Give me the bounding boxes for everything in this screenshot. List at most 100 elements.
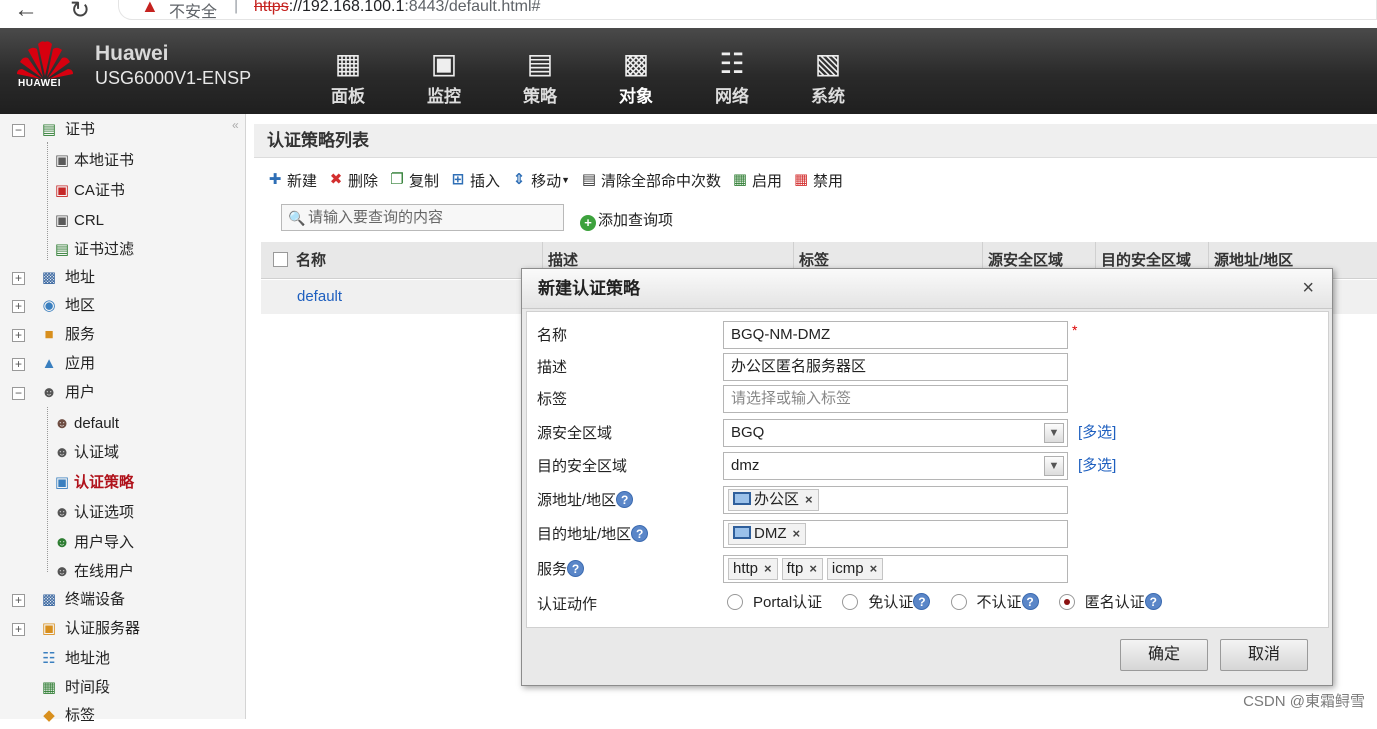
tree-item-time-range[interactable]: ▦时间段 [12,675,110,701]
service-input[interactable]: http×ftp×icmp× [723,555,1068,583]
tree-item-auth-options[interactable]: ☻认证选项 [52,500,134,526]
tree-item-certificate[interactable]: −▤证书 [12,117,95,143]
tag-input[interactable]: 请选择或输入标签 [723,385,1068,413]
tree-item-application[interactable]: +▲应用 [12,351,95,377]
search-input[interactable]: 🔍 请输入要查询的内容 [281,204,564,231]
select-all-checkbox[interactable] [273,252,288,267]
new-button[interactable]: ✚新建 [266,170,317,191]
dst-zone-multiselect-link[interactable]: [多选] [1078,454,1116,475]
radio-portal-auth[interactable]: Portal认证 [727,591,822,612]
tree-item-auth-domain[interactable]: ☻认证域 [52,440,119,466]
delete-button[interactable]: ✖删除 [327,170,378,191]
form-row-tag: 标签 请选择或输入标签 [527,383,1327,413]
tree-item-user-default[interactable]: ☻default [52,411,119,437]
radio-anonymous-auth[interactable]: 匿名认证? [1059,591,1162,612]
remove-tag-icon[interactable]: × [793,526,801,541]
warning-icon[interactable]: ▲ [141,0,159,17]
src-address-input[interactable]: 办公区× [723,486,1068,514]
tree-item-local-cert[interactable]: ▣本地证书 [52,148,134,174]
nav-system[interactable]: ▧ 系统 [780,28,876,114]
tree-item-cert-filter[interactable]: ▤证书过滤 [52,237,134,263]
radio-circle[interactable] [727,594,743,610]
remove-tag-icon[interactable]: × [870,561,878,576]
help-icon[interactable]: ? [1022,593,1039,610]
move-button[interactable]: ⇕移动▼ [510,170,570,191]
cancel-button[interactable]: 取消 [1220,639,1308,671]
radio-circle[interactable] [951,594,967,610]
copy-button[interactable]: ❐复制 [388,170,439,191]
tree-item-user[interactable]: −☻用户 [12,380,95,406]
expand-icon[interactable]: + [12,623,25,636]
dst-zone-select[interactable]: dmz ▼ [723,452,1068,480]
remove-tag-icon[interactable]: × [764,561,772,576]
tree-item-ca-cert[interactable]: ▣CA证书 [52,178,125,204]
tree-item-address-pool[interactable]: ☷地址池 [12,646,110,672]
help-icon[interactable]: ? [616,491,633,508]
radio-circle[interactable] [842,594,858,610]
service-tag: http× [728,558,778,580]
collapse-sidebar-icon[interactable]: « [232,118,239,132]
terminal-device-icon: ▩ [39,591,59,609]
nav-network[interactable]: ☷ 网络 [684,28,780,114]
address-bar[interactable]: ▲ 不安全 | https://192.168.100.1:8443/defau… [118,0,1377,20]
enable-icon: ▦ [731,171,749,189]
nav-object[interactable]: ▩ 对象 [588,28,684,114]
clear-hits-button[interactable]: ▤清除全部命中次数 [580,170,721,191]
expand-icon[interactable]: + [12,272,25,285]
tree-item-online-users[interactable]: ☻在线用户 [52,559,134,585]
nav-label: 系统 [780,82,876,107]
tree-item-terminal-devices[interactable]: +▩终端设备 [12,587,125,613]
nav-dashboard[interactable]: ▦ 面板 [300,28,396,114]
nav-monitor[interactable]: ▣ 监控 [396,28,492,114]
description-input[interactable]: 办公区匿名服务器区 [723,353,1068,381]
tree-item-address[interactable]: +▩地址 [12,265,95,291]
remove-tag-icon[interactable]: × [805,492,813,507]
service-label: 服务? [537,558,584,579]
insecure-label[interactable]: 不安全 [169,0,217,22]
name-input[interactable]: BGQ-NM-DMZ [723,321,1068,349]
tree-item-tag[interactable]: ◆标签 [12,703,95,729]
tree-item-user-import[interactable]: ☻用户导入 [52,530,134,556]
src-zone-select[interactable]: BGQ ▼ [723,419,1068,447]
help-icon[interactable]: ? [913,593,930,610]
help-icon[interactable]: ? [631,525,648,542]
add-query-button[interactable]: +添加查询项 [580,209,673,231]
tree-item-auth-policy[interactable]: ▣认证策略 [52,470,134,496]
src-zone-multiselect-link[interactable]: [多选] [1078,421,1116,442]
ok-button[interactable]: 确定 [1120,639,1208,671]
reload-icon[interactable]: ↻ [70,0,90,25]
column-name[interactable]: 名称 [291,242,326,279]
chevron-down-icon[interactable]: ▼ [1044,456,1064,476]
expand-icon[interactable]: + [12,594,25,607]
enable-button[interactable]: ▦启用 [731,170,782,191]
insert-button[interactable]: ⊞插入 [449,170,500,191]
tree-item-crl[interactable]: ▣CRL [52,208,104,234]
expand-icon[interactable]: + [12,300,25,313]
disable-button[interactable]: ▦禁用 [792,170,843,191]
help-icon[interactable]: ? [567,560,584,577]
collapse-icon[interactable]: − [12,124,25,137]
radio-circle-selected[interactable] [1059,594,1075,610]
radio-exempt-auth[interactable]: 免认证? [842,591,930,612]
service-tag: icmp× [827,558,883,580]
disable-icon: ▦ [792,171,810,189]
radio-no-auth[interactable]: 不认证? [951,591,1039,612]
dst-address-input[interactable]: DMZ× [723,520,1068,548]
nav-label: 监控 [396,82,492,107]
tree-label: default [74,415,119,432]
tree-item-service[interactable]: +■服务 [12,322,95,348]
policy-name-link[interactable]: default [297,288,342,305]
url-text[interactable]: https://192.168.100.1:8443/default.html# [254,0,540,16]
tree-label: 用户导入 [74,534,134,551]
expand-icon[interactable]: + [12,358,25,371]
chevron-down-icon[interactable]: ▼ [1044,423,1064,443]
nav-policy[interactable]: ▤ 策略 [492,28,588,114]
back-arrow-icon[interactable]: ← [14,0,38,24]
help-icon[interactable]: ? [1145,593,1162,610]
remove-tag-icon[interactable]: × [809,561,817,576]
collapse-icon[interactable]: − [12,387,25,400]
tree-item-region[interactable]: +◉地区 [12,293,95,319]
tree-item-auth-server[interactable]: +▣认证服务器 [12,616,140,642]
close-icon[interactable]: × [1302,277,1314,300]
expand-icon[interactable]: + [12,329,25,342]
